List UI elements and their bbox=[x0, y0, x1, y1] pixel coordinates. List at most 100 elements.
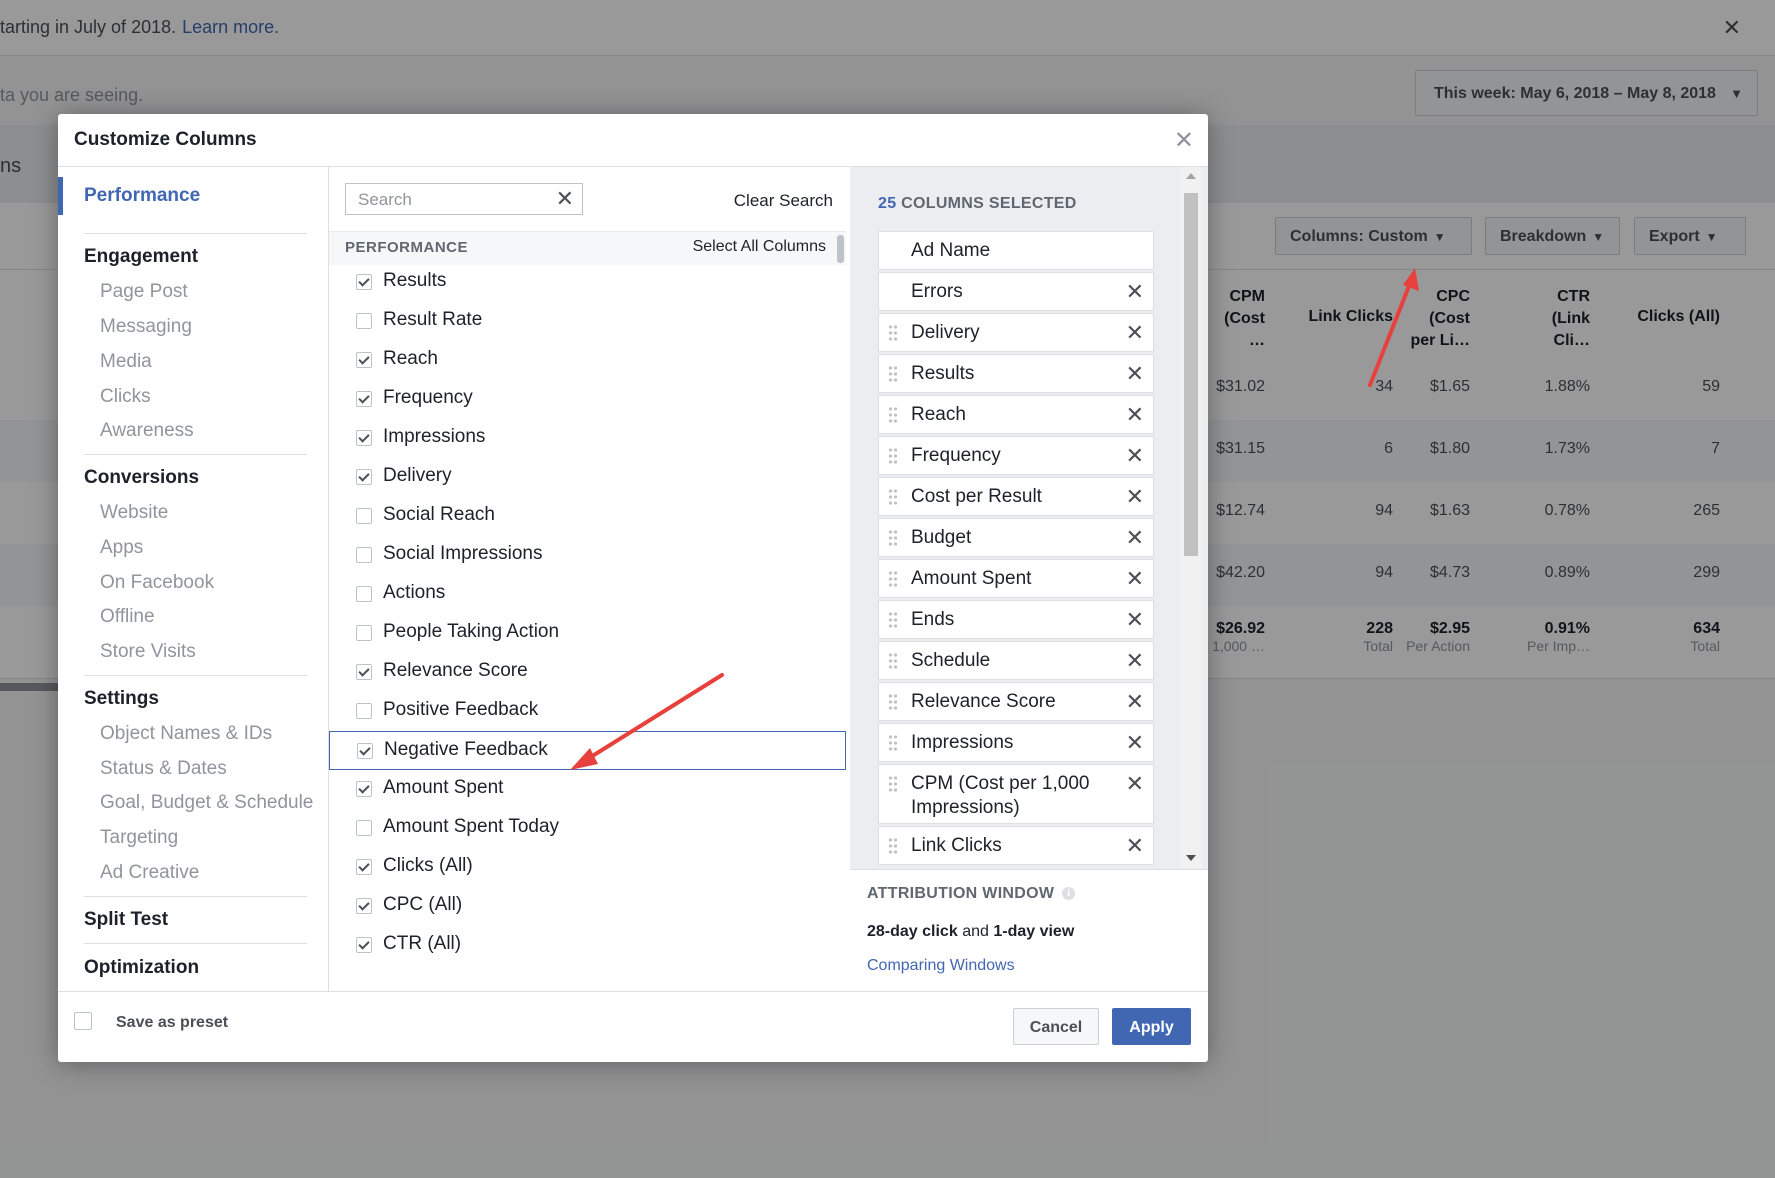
checked-checkbox[interactable] bbox=[356, 430, 372, 446]
column-option[interactable]: Results bbox=[329, 263, 846, 302]
remove-icon[interactable]: ✕ bbox=[1126, 279, 1144, 305]
column-option[interactable]: Social Impressions bbox=[329, 536, 846, 575]
nav-website[interactable]: Website bbox=[100, 502, 168, 524]
remove-icon[interactable]: ✕ bbox=[1126, 443, 1144, 469]
column-option[interactable]: People Taking Action bbox=[329, 614, 846, 653]
checked-checkbox[interactable] bbox=[356, 274, 372, 290]
column-option[interactable]: Amount Spent bbox=[329, 770, 846, 809]
options-scrollbar[interactable] bbox=[837, 235, 844, 263]
drag-handle-icon[interactable] bbox=[888, 837, 898, 855]
remove-icon[interactable]: ✕ bbox=[1126, 525, 1144, 551]
selected-column-chip[interactable]: Amount Spent ✕ bbox=[878, 559, 1154, 598]
remove-icon[interactable]: ✕ bbox=[1126, 484, 1144, 510]
column-option[interactable]: Result Rate bbox=[329, 302, 846, 341]
unchecked-checkbox[interactable] bbox=[356, 703, 372, 719]
nav-status-dates[interactable]: Status & Dates bbox=[100, 758, 227, 780]
remove-icon[interactable]: ✕ bbox=[1126, 689, 1144, 715]
drag-handle-icon[interactable] bbox=[888, 775, 898, 793]
nav-media[interactable]: Media bbox=[100, 351, 152, 373]
selected-column-chip[interactable]: Frequency ✕ bbox=[878, 436, 1154, 475]
checked-checkbox[interactable] bbox=[356, 859, 372, 875]
scroll-down-icon[interactable] bbox=[1186, 855, 1196, 861]
remove-icon[interactable]: ✕ bbox=[1126, 771, 1144, 797]
clear-icon[interactable]: ✕ bbox=[556, 186, 574, 212]
nav-on-facebook[interactable]: On Facebook bbox=[100, 572, 214, 594]
nav-object-names[interactable]: Object Names & IDs bbox=[100, 723, 272, 745]
nav-split-test[interactable]: Split Test bbox=[84, 909, 168, 931]
comparing-windows-link[interactable]: Comparing Windows bbox=[867, 957, 1015, 975]
checked-checkbox[interactable] bbox=[356, 781, 372, 797]
checked-checkbox[interactable] bbox=[357, 743, 373, 759]
unchecked-checkbox[interactable] bbox=[356, 586, 372, 602]
selected-column-chip[interactable]: Impressions ✕ bbox=[878, 723, 1154, 762]
checked-checkbox[interactable] bbox=[356, 391, 372, 407]
selected-column-chip[interactable]: Reach ✕ bbox=[878, 395, 1154, 434]
remove-icon[interactable]: ✕ bbox=[1126, 607, 1144, 633]
selected-scrollbar[interactable] bbox=[1180, 167, 1202, 869]
selected-column-chip[interactable]: Link Clicks ✕ bbox=[878, 826, 1154, 865]
scroll-thumb[interactable] bbox=[1184, 193, 1198, 556]
drag-handle-icon[interactable] bbox=[888, 734, 898, 752]
clear-search-link[interactable]: Clear Search bbox=[734, 191, 833, 211]
unchecked-checkbox[interactable] bbox=[356, 313, 372, 329]
column-option[interactable]: Frequency bbox=[329, 380, 846, 419]
selected-column-chip[interactable]: Schedule ✕ bbox=[878, 641, 1154, 680]
remove-icon[interactable]: ✕ bbox=[1126, 833, 1144, 859]
checked-checkbox[interactable] bbox=[356, 352, 372, 368]
apply-button[interactable]: Apply bbox=[1112, 1008, 1191, 1045]
nav-messaging[interactable]: Messaging bbox=[100, 316, 192, 338]
column-option[interactable]: Relevance Score bbox=[329, 653, 846, 692]
selected-column-chip[interactable]: Delivery ✕ bbox=[878, 313, 1154, 352]
drag-handle-icon[interactable] bbox=[888, 324, 898, 342]
checked-checkbox[interactable] bbox=[356, 898, 372, 914]
remove-icon[interactable]: ✕ bbox=[1126, 402, 1144, 428]
nav-page-post[interactable]: Page Post bbox=[100, 281, 188, 303]
column-option[interactable]: Negative Feedback bbox=[329, 731, 846, 770]
nav-performance[interactable]: Performance bbox=[84, 185, 200, 207]
save-preset-checkbox[interactable] bbox=[74, 1012, 92, 1030]
unchecked-checkbox[interactable] bbox=[356, 820, 372, 836]
nav-awareness[interactable]: Awareness bbox=[100, 420, 194, 442]
unchecked-checkbox[interactable] bbox=[356, 508, 372, 524]
nav-apps[interactable]: Apps bbox=[100, 537, 143, 559]
drag-handle-icon[interactable] bbox=[888, 447, 898, 465]
selected-column-chip[interactable]: Cost per Result ✕ bbox=[878, 477, 1154, 516]
drag-handle-icon[interactable] bbox=[888, 406, 898, 424]
remove-icon[interactable]: ✕ bbox=[1126, 566, 1144, 592]
column-option[interactable]: Social Reach bbox=[329, 497, 846, 536]
cancel-button[interactable]: Cancel bbox=[1013, 1008, 1099, 1045]
nav-store-visits[interactable]: Store Visits bbox=[100, 641, 196, 663]
nav-conversions[interactable]: Conversions bbox=[84, 467, 199, 489]
nav-targeting[interactable]: Targeting bbox=[100, 827, 178, 849]
checked-checkbox[interactable] bbox=[356, 664, 372, 680]
drag-handle-icon[interactable] bbox=[888, 488, 898, 506]
drag-handle-icon[interactable] bbox=[888, 611, 898, 629]
selected-column-chip[interactable]: Budget ✕ bbox=[878, 518, 1154, 557]
remove-icon[interactable]: ✕ bbox=[1126, 648, 1144, 674]
info-icon[interactable]: i bbox=[1062, 887, 1076, 900]
nav-goal-budget-schedule[interactable]: Goal, Budget & Schedule bbox=[100, 792, 313, 814]
remove-icon[interactable]: ✕ bbox=[1126, 361, 1144, 387]
drag-handle-icon[interactable] bbox=[888, 529, 898, 547]
selected-column-chip[interactable]: Ad Name bbox=[878, 231, 1154, 270]
column-option[interactable]: Delivery bbox=[329, 458, 846, 497]
selected-column-chip[interactable]: CPM (Cost per 1,000 Impressions) ✕ bbox=[878, 764, 1154, 824]
remove-icon[interactable]: ✕ bbox=[1126, 320, 1144, 346]
close-icon[interactable]: ✕ bbox=[1174, 126, 1194, 155]
scroll-up-icon[interactable] bbox=[1186, 173, 1196, 179]
column-option[interactable]: Actions bbox=[329, 575, 846, 614]
nav-ad-creative[interactable]: Ad Creative bbox=[100, 862, 199, 884]
nav-settings[interactable]: Settings bbox=[84, 688, 159, 710]
drag-handle-icon[interactable] bbox=[888, 570, 898, 588]
nav-clicks[interactable]: Clicks bbox=[100, 386, 151, 408]
column-option[interactable]: CTR (All) bbox=[329, 926, 846, 965]
checked-checkbox[interactable] bbox=[356, 469, 372, 485]
select-all-columns-link[interactable]: Select All Columns bbox=[693, 238, 826, 256]
nav-optimization[interactable]: Optimization bbox=[84, 957, 199, 979]
selected-column-chip[interactable]: Results ✕ bbox=[878, 354, 1154, 393]
selected-column-chip[interactable]: Ends ✕ bbox=[878, 600, 1154, 639]
column-option[interactable]: Positive Feedback bbox=[329, 692, 846, 731]
selected-column-chip[interactable]: Relevance Score ✕ bbox=[878, 682, 1154, 721]
column-option[interactable]: Clicks (All) bbox=[329, 848, 846, 887]
selected-column-chip[interactable]: Errors ✕ bbox=[878, 272, 1154, 311]
